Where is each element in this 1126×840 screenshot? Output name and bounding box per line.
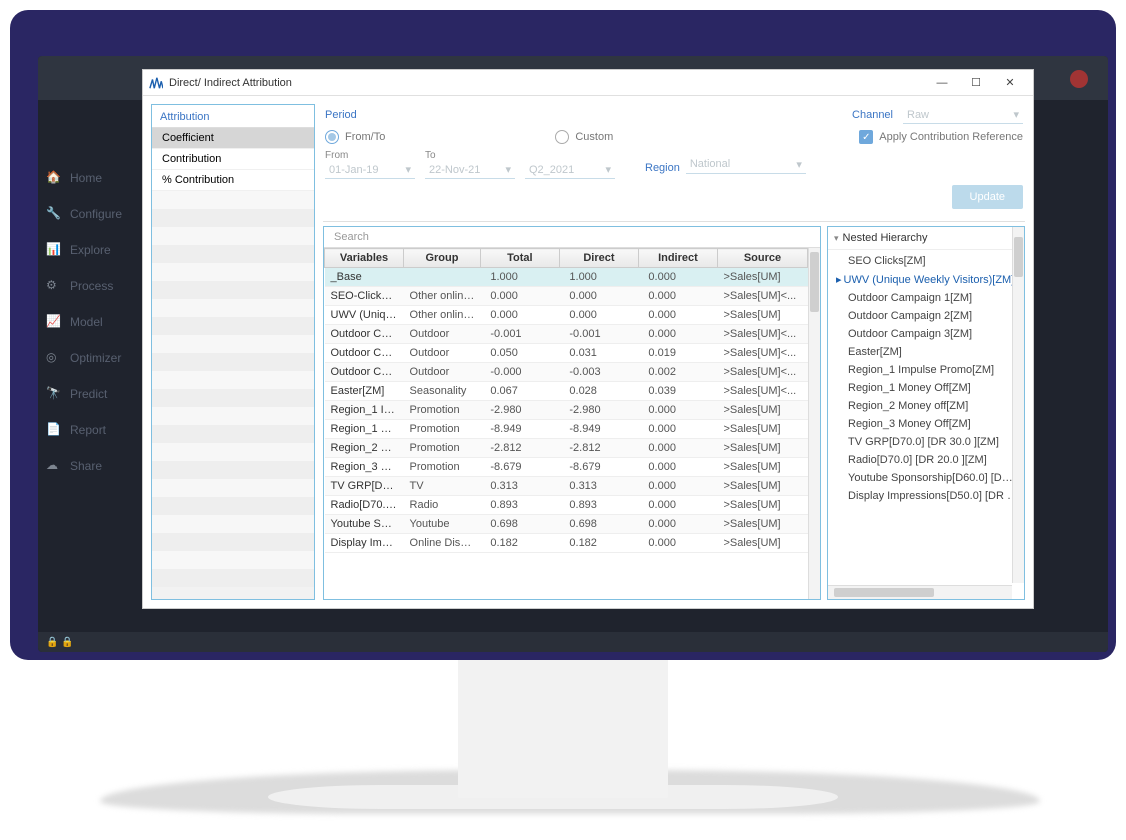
table-row[interactable]: Outdoor Cam...Outdoor0.0500.0310.019>Sal…	[325, 344, 808, 363]
target-icon: ◎	[46, 350, 62, 366]
nav-item-share[interactable]: ☁Share	[38, 448, 158, 484]
tree-item[interactable]: ▸UWV (Unique Weekly Visitors)[ZM]	[828, 270, 1024, 289]
dialog-titlebar: Direct/ Indirect Attribution ― ☐ ✕	[143, 70, 1033, 96]
wrench-icon: 🔧	[46, 206, 62, 222]
grid-header[interactable]: Total	[480, 249, 559, 268]
tree-scrollbar-horizontal[interactable]	[828, 585, 1012, 599]
table-row[interactable]: SEO-Clicks[ZM]Other online ...0.0000.000…	[325, 287, 808, 306]
tree-item[interactable]: Region_2 Money off[ZM]	[828, 397, 1024, 415]
grid-header[interactable]: Variables	[325, 249, 404, 268]
table-row[interactable]: Region_1 Imp...Promotion-2.980-2.9800.00…	[325, 401, 808, 420]
custom-radio[interactable]: Custom	[555, 130, 613, 144]
binoculars-icon: 🔭	[46, 386, 62, 402]
nav-item-model[interactable]: 📈Model	[38, 304, 158, 340]
lock-icon: 🔒 🔒	[46, 637, 74, 648]
to-label: To	[425, 150, 515, 161]
channel-value: Raw	[907, 109, 929, 121]
table-row[interactable]: Region_2 Mo...Promotion-2.812-2.8120.000…	[325, 439, 808, 458]
tree-item[interactable]: Outdoor Campaign 3[ZM]	[828, 325, 1024, 343]
minimize-button[interactable]: ―	[925, 71, 959, 95]
grid-scrollbar-vertical[interactable]	[808, 248, 820, 599]
nav-item-process[interactable]: ⚙Process	[38, 268, 158, 304]
table-row[interactable]: _Base1.0001.0000.000>Sales[UM]	[325, 268, 808, 287]
nav-item-home[interactable]: 🏠Home	[38, 160, 158, 196]
tree-item[interactable]: Region_3 Money Off[ZM]	[828, 415, 1024, 433]
maximize-button[interactable]: ☐	[959, 71, 993, 95]
nav-item-configure[interactable]: 🔧Configure	[38, 196, 158, 232]
table-row[interactable]: Outdoor Cam...Outdoor-0.000-0.0030.002>S…	[325, 363, 808, 382]
table-row[interactable]: TV GRP[D70.0...TV0.3130.3130.000>Sales[U…	[325, 477, 808, 496]
quarter-select[interactable]: Q2_2021▾	[525, 161, 615, 179]
period-label: Period	[325, 109, 357, 121]
from-date-select[interactable]: 01-Jan-19▾	[325, 161, 415, 179]
report-icon: 📄	[46, 422, 62, 438]
table-row[interactable]: Easter[ZM]Seasonality0.0670.0280.039>Sal…	[325, 382, 808, 401]
attribution-type-item[interactable]: Coefficient	[152, 128, 314, 149]
tree-item[interactable]: Radio[D70.0] [DR 20.0 ][ZM]	[828, 451, 1024, 469]
notification-dot-icon	[1070, 70, 1088, 88]
chevron-down-icon: ▾	[1013, 108, 1019, 121]
nav-item-report[interactable]: 📄Report	[38, 412, 158, 448]
tree-item[interactable]: Outdoor Campaign 2[ZM]	[828, 307, 1024, 325]
results-grid: Search VariablesGroupTotalDirectIndirect…	[323, 226, 821, 600]
tree-item[interactable]: Outdoor Campaign 1[ZM]	[828, 289, 1024, 307]
home-icon: 🏠	[46, 170, 62, 186]
close-button[interactable]: ✕	[993, 71, 1027, 95]
table-row[interactable]: UWV (Unique...Other online ...0.0000.000…	[325, 306, 808, 325]
from-label: From	[325, 150, 415, 161]
channel-label: Channel	[852, 109, 893, 121]
table-row[interactable]: Region_1 Mo...Promotion-8.949-8.9490.000…	[325, 420, 808, 439]
table-row[interactable]: Youtube Spo...Youtube0.6980.6980.000>Sal…	[325, 515, 808, 534]
nav-item-explore[interactable]: 📊Explore	[38, 232, 158, 268]
nav-item-optimizer[interactable]: ◎Optimizer	[38, 340, 158, 376]
table-row[interactable]: Region_3 Mo...Promotion-8.679-8.6790.000…	[325, 458, 808, 477]
tree-collapse-icon: ▾	[834, 233, 839, 244]
app-logo-icon	[149, 76, 163, 90]
tree-expand-icon: ▸	[836, 274, 842, 286]
hierarchy-tree: ▾ Nested Hierarchy SEO Clicks[ZM]▸UWV (U…	[827, 226, 1025, 600]
attribution-type-item[interactable]: Contribution	[152, 149, 314, 170]
from-to-radio[interactable]: From/To	[325, 130, 385, 144]
channel-select[interactable]: Raw ▾	[903, 106, 1023, 124]
tree-item[interactable]: Region_1 Money Off[ZM]	[828, 379, 1024, 397]
table-row[interactable]: Radio[D70.0] ...Radio0.8930.8930.000>Sal…	[325, 496, 808, 515]
grid-header[interactable]: Group	[404, 249, 481, 268]
attribution-dialog: Direct/ Indirect Attribution ― ☐ ✕ Attri…	[142, 69, 1034, 609]
tree-item[interactable]: Display Impressions[D50.0] [DR 60.0	[828, 487, 1024, 505]
chevron-down-icon: ▾	[505, 163, 511, 176]
attribution-header: Attribution	[152, 105, 314, 128]
attribution-type-panel: Attribution CoefficientContribution% Con…	[151, 104, 315, 600]
apply-reference-checkbox[interactable]: ✓Apply Contribution Reference	[859, 130, 1023, 144]
chevron-down-icon: ▾	[796, 158, 802, 171]
dialog-title: Direct/ Indirect Attribution	[169, 77, 925, 89]
app-statusbar: 🔒 🔒	[38, 632, 1108, 652]
tree-scrollbar-vertical[interactable]	[1012, 227, 1024, 583]
tree-item[interactable]: TV GRP[D70.0] [DR 30.0 ][ZM]	[828, 433, 1024, 451]
grid-header[interactable]: Indirect	[638, 249, 717, 268]
to-date-select[interactable]: 22-Nov-21▾	[425, 161, 515, 179]
tree-item[interactable]: Youtube Sponsorship[D60.0] [DR 80...	[828, 469, 1024, 487]
cloud-icon: ☁	[46, 458, 62, 474]
attribution-type-item[interactable]: % Contribution	[152, 170, 314, 191]
grid-header[interactable]: Direct	[559, 249, 638, 268]
update-button[interactable]: Update	[952, 185, 1023, 209]
tree-item[interactable]: SEO Clicks[ZM]	[828, 252, 1024, 270]
table-row[interactable]: Display Impre...Online Display0.1820.182…	[325, 534, 808, 553]
tree-header[interactable]: ▾ Nested Hierarchy	[828, 227, 1024, 250]
filter-panel: Period Channel Raw▾ From/To Custo	[323, 104, 1025, 221]
table-row[interactable]: Outdoor Cam...Outdoor-0.001-0.0010.000>S…	[325, 325, 808, 344]
tree-item[interactable]: Region_1 Impulse Promo[ZM]	[828, 361, 1024, 379]
chevron-down-icon: ▾	[605, 163, 611, 176]
region-select[interactable]: National▾	[686, 156, 806, 174]
grid-header[interactable]: Source	[717, 249, 807, 268]
app-sidebar: 🏠Home🔧Configure📊Explore⚙Process📈Model◎Op…	[38, 100, 158, 484]
dashboard-icon: 📊	[46, 242, 62, 258]
tree-item[interactable]: Easter[ZM]	[828, 343, 1024, 361]
gears-icon: ⚙	[46, 278, 62, 294]
search-input[interactable]: Search	[334, 231, 369, 243]
region-label: Region	[645, 162, 680, 174]
chevron-down-icon: ▾	[405, 163, 411, 176]
chart-icon: 📈	[46, 314, 62, 330]
nav-item-predict[interactable]: 🔭Predict	[38, 376, 158, 412]
